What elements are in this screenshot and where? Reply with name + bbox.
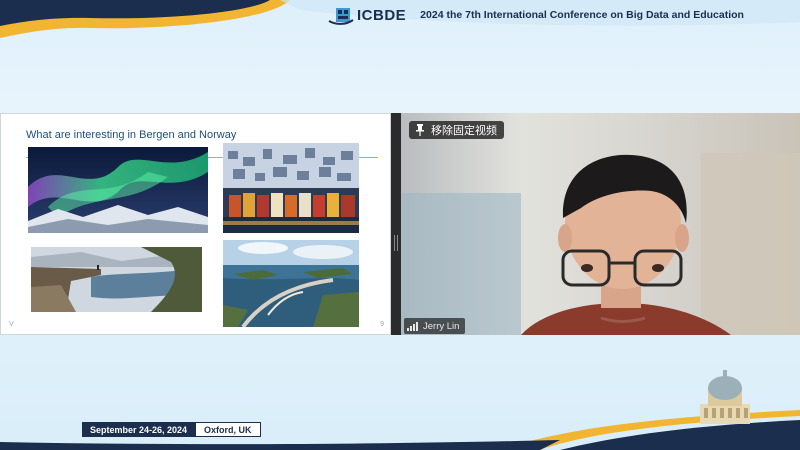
unpin-video-button[interactable]: 移除固定视频 xyxy=(409,121,504,139)
bottom-wave-decoration xyxy=(0,410,800,450)
logo-mark-icon xyxy=(328,5,354,25)
logo-text: ICBDE xyxy=(357,6,407,24)
shared-slide: What are interesting in Bergen and Norwa… xyxy=(0,113,391,335)
atlantic-road-photo xyxy=(223,240,359,327)
panel-splitter[interactable] xyxy=(391,113,401,335)
conference-title: 2024 the 7th International Conference on… xyxy=(420,9,744,21)
slide-corner-mark-left: V xyxy=(9,321,14,328)
participant-name-tag: Jerry Lin xyxy=(404,318,466,334)
bergen-houses-photo xyxy=(223,143,359,233)
conference-dates: September 24-26, 2024 xyxy=(82,422,196,437)
splitter-grip-icon[interactable] xyxy=(394,235,398,251)
unpin-video-label: 移除固定视频 xyxy=(431,124,497,137)
trolltunga-photo xyxy=(31,247,202,312)
conference-location: Oxford, UK xyxy=(195,422,261,437)
conference-header: ICBDE 2024 the 7th International Confere… xyxy=(328,4,744,26)
participant-name: Jerry Lin xyxy=(423,320,460,332)
aurora-photo xyxy=(28,147,208,233)
pin-icon xyxy=(416,124,424,136)
slide-title: What are interesting in Bergen and Norwa… xyxy=(26,129,237,141)
video-frame xyxy=(401,113,800,335)
building-icon xyxy=(700,370,750,424)
signal-icon xyxy=(407,321,419,331)
participant-video: 移除固定视频 Jerry Lin xyxy=(401,113,800,335)
slide-page-number: 9 xyxy=(380,321,384,328)
